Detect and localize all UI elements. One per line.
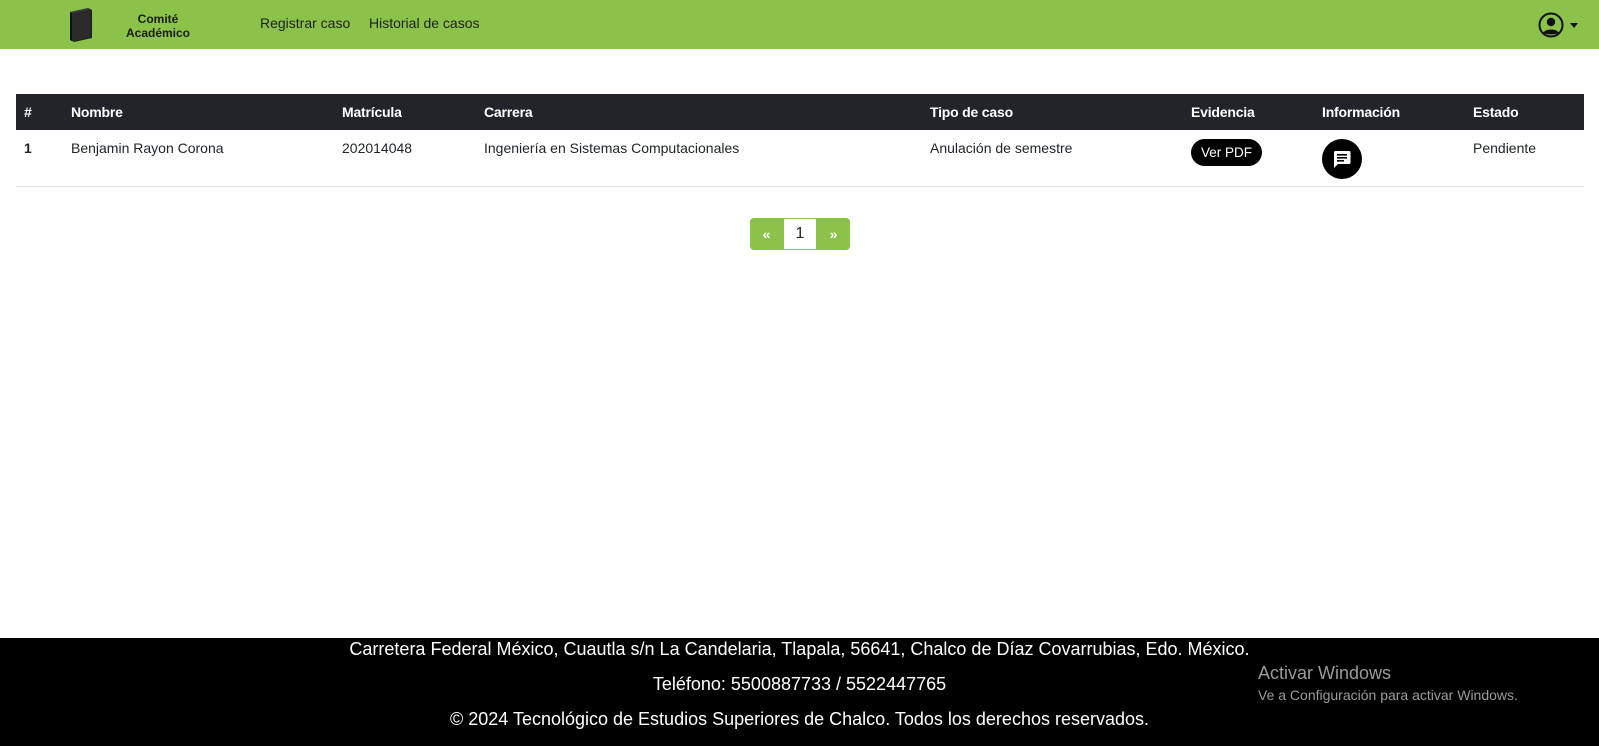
user-menu[interactable] — [1538, 12, 1578, 38]
table-row: 1 Benjamin Rayon Corona 202014048 Ingeni… — [16, 130, 1584, 187]
watermark-title: Activar Windows — [1258, 663, 1392, 683]
cases-table-container: # Nombre Matrícula Carrera Tipo de caso … — [16, 94, 1584, 187]
pagination-prev-button[interactable]: « — [750, 218, 783, 250]
user-circle-icon — [1538, 12, 1564, 38]
cell-carrera: Ingeniería en Sistemas Computacionales — [476, 130, 922, 187]
cases-table: # Nombre Matrícula Carrera Tipo de caso … — [16, 94, 1584, 187]
view-pdf-button[interactable]: Ver PDF — [1191, 139, 1263, 166]
activation-watermark: Activar Windows Ve a Configuración para … — [1258, 662, 1518, 704]
footer-copyright: © 2024 Tecnológico de Estudios Superiore… — [449, 709, 1150, 729]
cell-estado: Pendiente — [1465, 130, 1584, 187]
message-icon — [1333, 151, 1351, 168]
cell-evidencia: Ver PDF — [1183, 130, 1314, 187]
header-tipo-de-caso: Tipo de caso — [922, 94, 1183, 130]
cell-nombre: Benjamin Rayon Corona — [63, 130, 334, 187]
header-number: # — [16, 94, 63, 130]
chevron-down-icon — [1570, 22, 1578, 28]
cell-number: 1 — [16, 130, 63, 187]
nav-link-historial-de-casos[interactable]: Historial de casos — [369, 15, 480, 31]
header-matricula: Matrícula — [334, 94, 476, 130]
cell-informacion — [1314, 130, 1465, 187]
header-informacion: Información — [1314, 94, 1465, 130]
header-estado: Estado — [1465, 94, 1584, 130]
header-nombre: Nombre — [63, 94, 334, 130]
cell-tipo-de-caso: Anulación de semestre — [922, 130, 1183, 187]
footer-address: Carretera Federal México, Cuautla s/n La… — [349, 639, 1250, 659]
nav-link-registrar-caso[interactable]: Registrar caso — [260, 15, 350, 31]
header-evidencia: Evidencia — [1183, 94, 1314, 130]
book-icon — [70, 8, 92, 42]
cell-matricula: 202014048 — [334, 130, 476, 187]
brand-text: Comité Académico — [125, 12, 191, 40]
pagination-page-1[interactable]: 1 — [783, 218, 817, 250]
header-carrera: Carrera — [476, 94, 922, 130]
table-header: # Nombre Matrícula Carrera Tipo de caso … — [16, 94, 1584, 130]
navbar: Comité Académico Registrar caso Historia… — [0, 0, 1599, 49]
pagination: « 1 » — [750, 218, 850, 250]
pagination-next-button[interactable]: » — [817, 218, 850, 250]
info-button[interactable] — [1322, 139, 1362, 179]
brand[interactable]: Comité Académico — [66, 8, 190, 42]
watermark-subtitle: Ve a Configuración para activar Windows. — [1258, 687, 1518, 703]
